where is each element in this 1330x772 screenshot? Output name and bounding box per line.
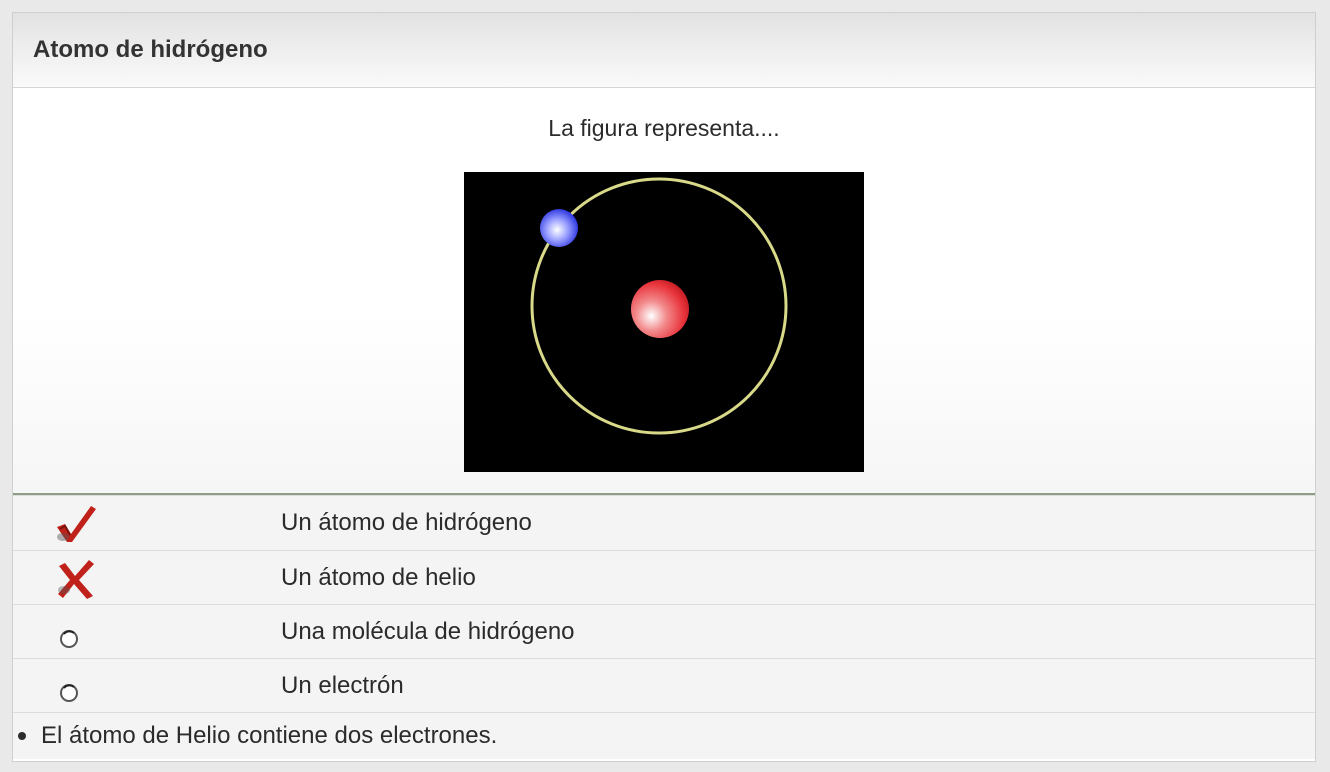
question-prompt: La figura representa.... [548,115,780,141]
quiz-panel: Atomo de hidrógeno La figura representa.… [12,12,1316,762]
feedback: El átomo de Helio contiene dos electrone… [13,713,1315,759]
answer-list: Un átomo de hidrógeno Un átomo de helio … [13,495,1315,713]
cross-icon [53,558,97,600]
electron [540,209,578,247]
answer-label: Una molécula de hidrógeno [281,617,575,645]
radio-icon[interactable] [53,612,97,654]
bullet-icon [18,732,26,740]
feedback-text: El átomo de Helio contiene dos electrone… [41,722,498,749]
panel-title: Atomo de hidrógeno [33,36,268,63]
check-icon [53,503,97,545]
panel-header: Atomo de hidrógeno [13,13,1315,88]
answer-label: Un electrón [281,671,404,699]
answer-option[interactable]: Un electrón [13,659,1315,713]
answer-option[interactable]: Un átomo de hidrógeno [13,495,1315,551]
nucleus [631,280,689,338]
question-area: La figura representa.... [13,88,1315,495]
answer-label: Un átomo de hidrógeno [281,509,532,536]
answer-option[interactable]: Un átomo de helio [13,551,1315,605]
answer-label: Un átomo de helio [281,563,476,591]
hydrogen-atom-figure [464,172,864,472]
radio-icon[interactable] [53,666,97,708]
answer-option[interactable]: Una molécula de hidrógeno [13,605,1315,659]
